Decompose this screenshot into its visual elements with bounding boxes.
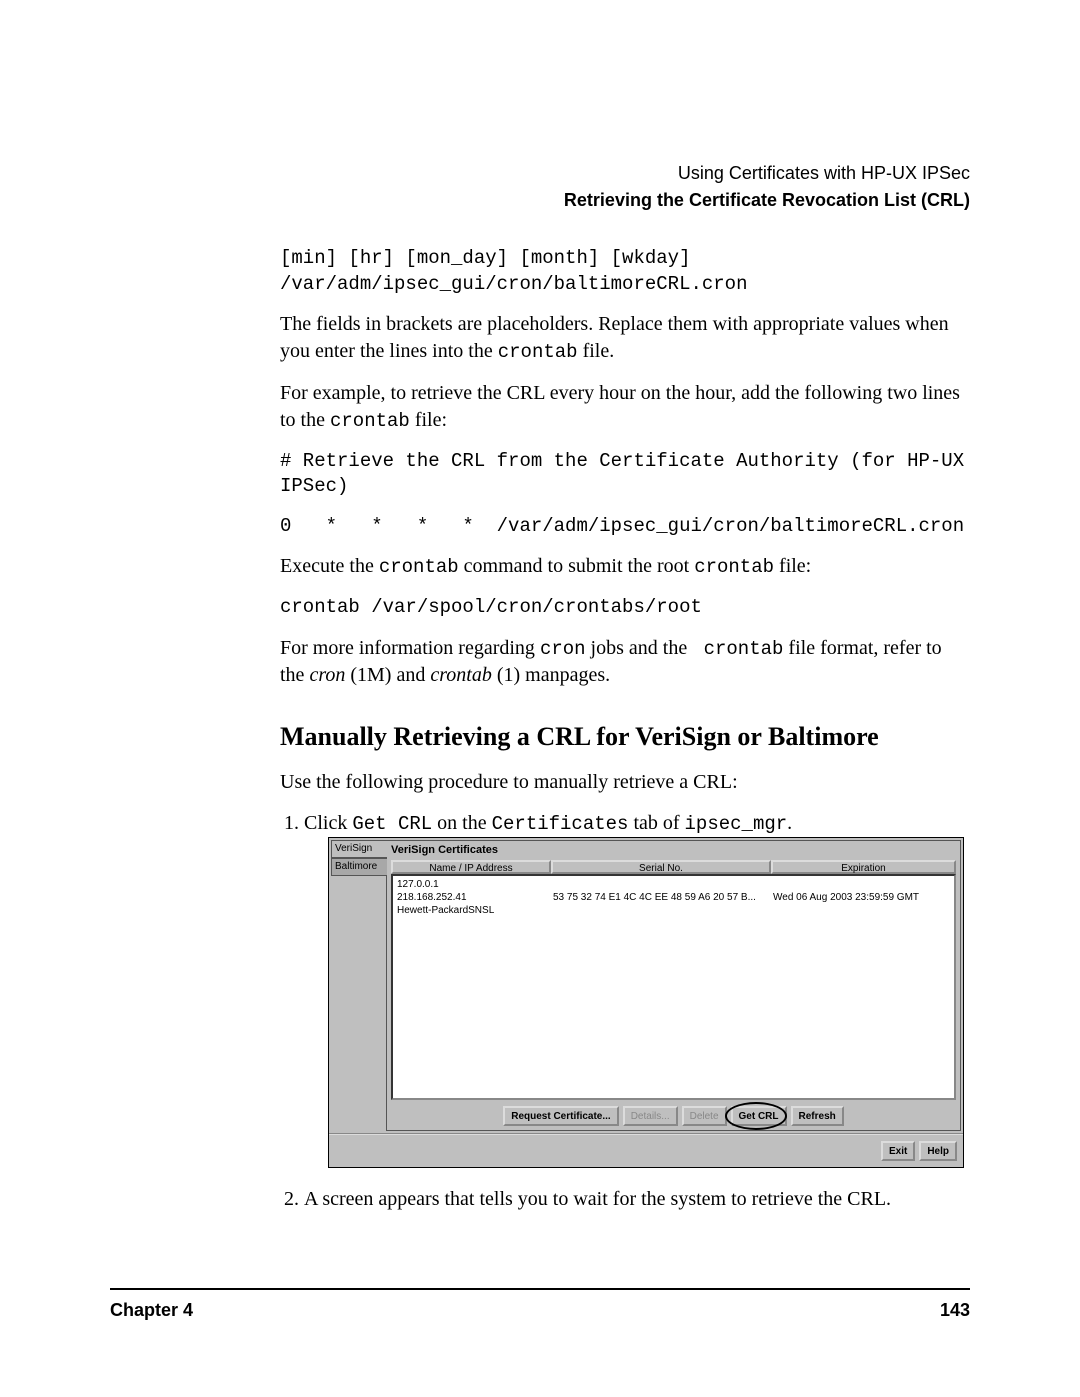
tab-verisign[interactable]: VeriSign — [331, 840, 387, 858]
exit-button[interactable]: Exit — [881, 1141, 915, 1161]
inline-code: Get CRL — [352, 813, 432, 835]
inline-code: crontab — [692, 638, 783, 660]
table-row[interactable]: 218.168.252.41 53 75 32 74 E1 4C 4C EE 4… — [397, 891, 950, 904]
text: (1M) and — [345, 664, 430, 686]
paragraph-1: The fields in brackets are placeholders.… — [280, 311, 970, 366]
text: on the — [432, 812, 491, 834]
cell-name: 127.0.0.1 — [397, 878, 553, 891]
cell-name: Hewett-PackardSNSL — [397, 904, 553, 917]
tab-baltimore[interactable]: Baltimore — [331, 858, 387, 876]
ipsec-mgr-dialog: VeriSign Baltimore VeriSign Certificates… — [328, 837, 964, 1168]
text: Execute the — [280, 555, 379, 577]
cell-exp: Wed 06 Aug 2003 23:59:59 GMT — [773, 891, 950, 904]
get-crl-button[interactable]: Get CRL — [731, 1106, 787, 1126]
inline-code: crontab — [330, 410, 410, 432]
chapter-label: Chapter 4 — [110, 1300, 193, 1321]
text: . — [787, 812, 792, 834]
paragraph-4: For more information regarding cron jobs… — [280, 635, 970, 690]
italic-text: crontab — [430, 664, 491, 686]
paragraph-2: For example, to retrieve the CRL every h… — [280, 380, 970, 435]
cell-serial: 53 75 32 74 E1 4C 4C EE 48 59 A6 20 57 B… — [553, 891, 773, 904]
text: jobs and the — [586, 637, 693, 659]
col-name-header[interactable]: Name / IP Address — [391, 860, 551, 874]
text: file. — [578, 340, 615, 362]
text: file: — [410, 409, 447, 431]
inline-code: Certificates — [492, 813, 629, 835]
paragraph-5: Use the following procedure to manually … — [280, 769, 970, 796]
code-block-3: 0 * * * * /var/adm/ipsec_gui/cron/baltim… — [280, 514, 970, 540]
text: tab of — [628, 812, 684, 834]
text: file: — [774, 555, 811, 577]
inline-code: crontab — [498, 341, 578, 363]
section-heading: Manually Retrieving a CRL for VeriSign o… — [280, 719, 970, 754]
cell-serial — [553, 878, 773, 891]
table-body[interactable]: 127.0.0.1 218.168.252.41 53 75 32 74 E1 … — [391, 874, 956, 1100]
help-button[interactable]: Help — [919, 1141, 957, 1161]
code-block-1: [min] [hr] [mon_day] [month] [wkday] /va… — [280, 246, 970, 297]
cell-name: 218.168.252.41 — [397, 891, 553, 904]
col-serial-header[interactable]: Serial No. — [551, 860, 771, 874]
header-subsection: Retrieving the Certificate Revocation Li… — [110, 187, 970, 214]
text: Click — [304, 812, 352, 834]
text: For more information regarding — [280, 637, 540, 659]
details-button[interactable]: Details... — [623, 1106, 678, 1126]
step-2: A screen appears that tells you to wait … — [304, 1186, 970, 1213]
code-block-2: # Retrieve the CRL from the Certificate … — [280, 449, 970, 500]
refresh-button[interactable]: Refresh — [791, 1106, 844, 1126]
inline-code: cron — [540, 638, 586, 660]
inline-code: crontab — [694, 556, 774, 578]
request-certificate-button[interactable]: Request Certificate... — [503, 1106, 618, 1126]
table-row[interactable]: Hewett-PackardSNSL — [397, 904, 950, 917]
delete-button[interactable]: Delete — [682, 1106, 727, 1126]
table-header: Name / IP Address Serial No. Expiration — [391, 860, 956, 874]
cell-exp — [773, 878, 950, 891]
col-expiration-header[interactable]: Expiration — [771, 860, 956, 874]
inline-code: crontab — [379, 556, 459, 578]
page-number: 143 — [940, 1300, 970, 1321]
panel-title: VeriSign Certificates — [391, 843, 956, 858]
code-block-4: crontab /var/spool/cron/crontabs/root — [280, 595, 970, 621]
paragraph-3: Execute the crontab command to submit th… — [280, 553, 970, 581]
cell-exp — [773, 904, 950, 917]
text: (1) manpages. — [492, 664, 610, 686]
tab-list: VeriSign Baltimore — [331, 840, 387, 1131]
inline-code: ipsec_mgr — [685, 813, 788, 835]
step-1: Click Get CRL on the Certificates tab of… — [304, 810, 970, 1168]
header-section: Using Certificates with HP-UX IPSec — [110, 160, 970, 187]
text: The fields in brackets are placeholders.… — [280, 313, 949, 362]
text: command to submit the root — [459, 555, 695, 577]
cell-serial — [553, 904, 773, 917]
italic-text: cron — [309, 664, 345, 686]
table-row[interactable]: 127.0.0.1 — [397, 878, 950, 891]
